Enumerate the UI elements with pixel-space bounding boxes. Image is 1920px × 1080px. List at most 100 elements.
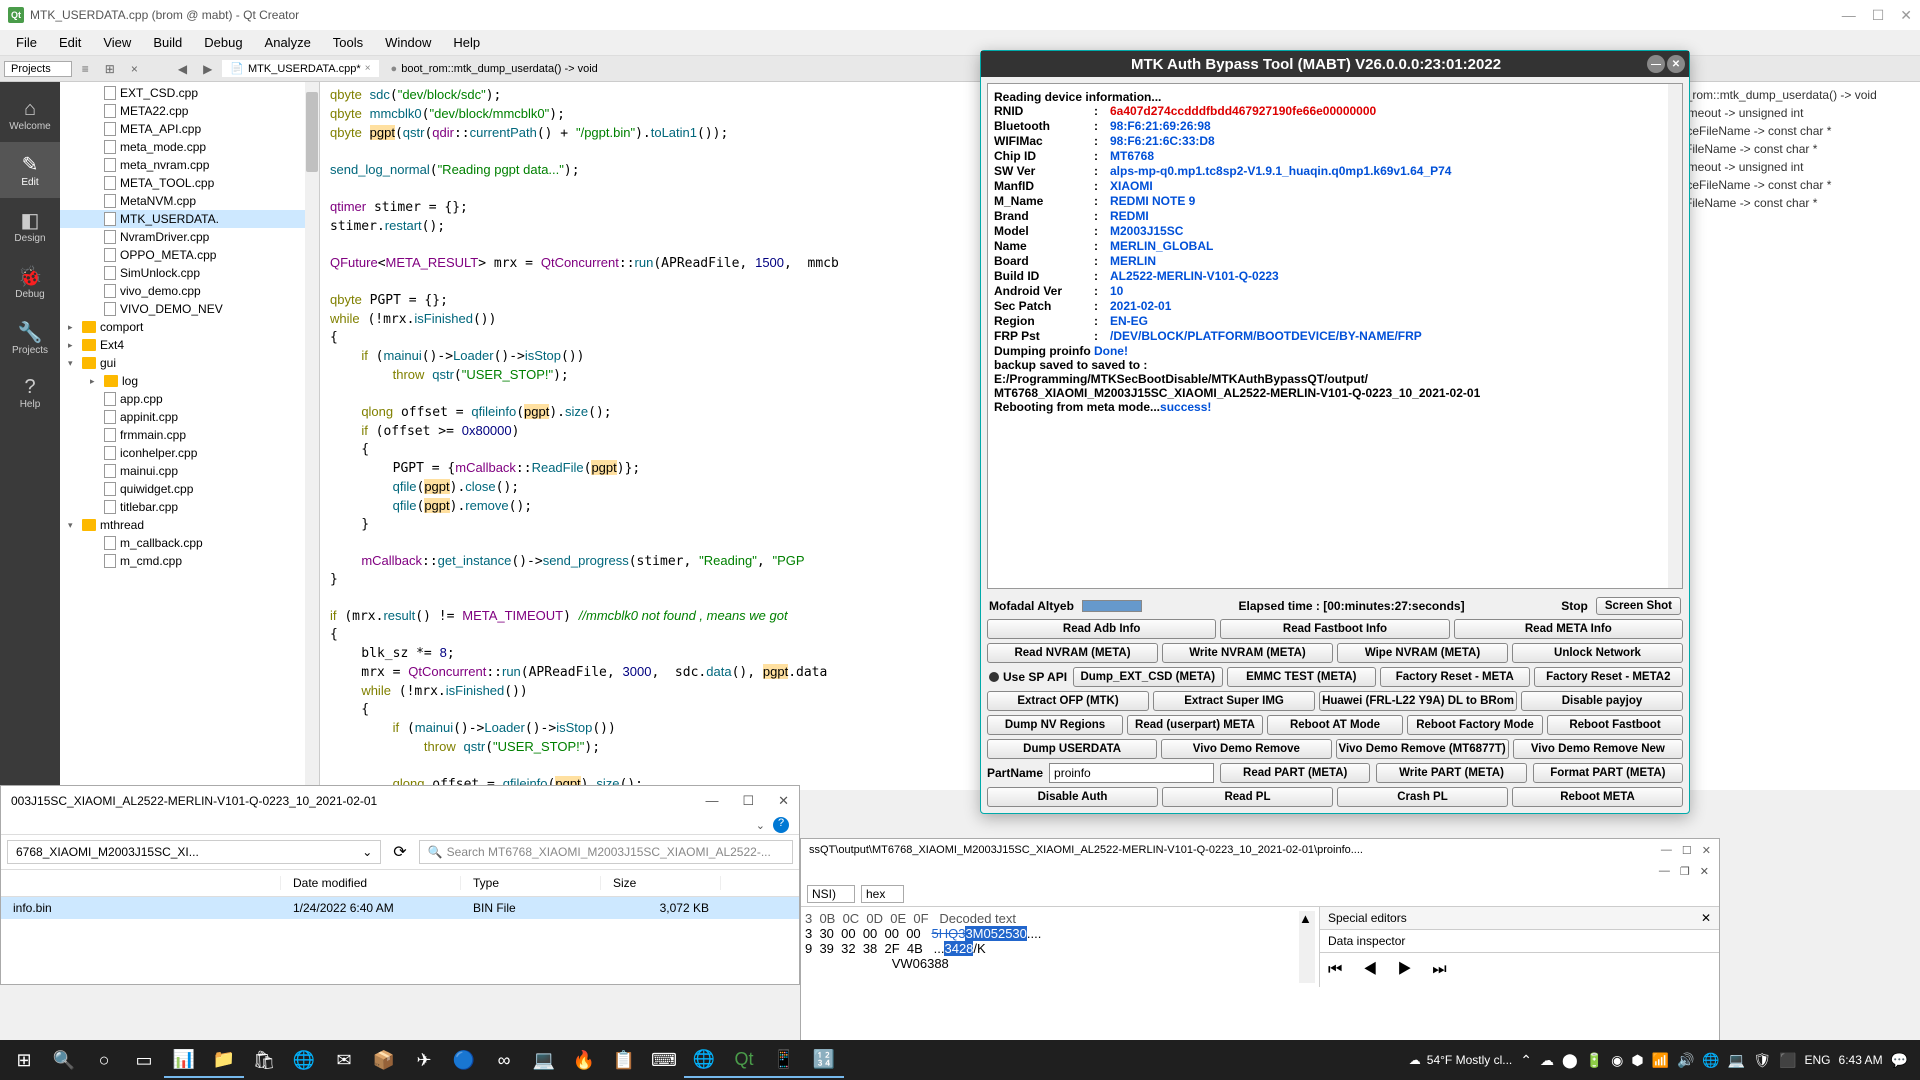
- mabt-minimize-icon[interactable]: —: [1647, 55, 1665, 73]
- tray-app4-icon[interactable]: 🌐: [1702, 1052, 1719, 1069]
- file-tree-item[interactable]: NvramDriver.cpp: [60, 228, 319, 246]
- refresh-icon[interactable]: ⟳: [387, 842, 412, 862]
- file-tree-item[interactable]: ▸comport: [60, 318, 319, 336]
- tray-app-icon[interactable]: ⬤: [1562, 1052, 1578, 1069]
- tb-app-4[interactable]: ∞: [484, 1042, 524, 1078]
- tb-app-7[interactable]: 📋: [604, 1042, 644, 1078]
- editor-tab-1[interactable]: 📄MTK_USERDATA.cpp*×: [222, 60, 378, 77]
- dump-userdata-button[interactable]: Dump USERDATA: [987, 739, 1157, 759]
- tray-onedrive-icon[interactable]: ☁: [1540, 1052, 1554, 1069]
- hex-close-icon[interactable]: ✕: [1702, 844, 1711, 857]
- tray-wifi-icon[interactable]: 📶: [1652, 1052, 1669, 1069]
- extract-ofp-button[interactable]: Extract OFP (MTK): [987, 691, 1149, 711]
- log-scrollbar[interactable]: [1668, 84, 1682, 588]
- dump-extcsd-button[interactable]: Dump_EXT_CSD (META): [1073, 667, 1223, 687]
- file-tree-item[interactable]: ▸log: [60, 372, 319, 390]
- mabt-log[interactable]: Reading device information... RNID:6a407…: [987, 83, 1683, 589]
- file-tree-item[interactable]: ▾gui: [60, 354, 319, 372]
- reboot-meta-button[interactable]: Reboot META: [1512, 787, 1683, 807]
- tb-app-8[interactable]: ⌨: [644, 1042, 684, 1078]
- file-tree-item[interactable]: EXT_CSD.cpp: [60, 84, 319, 102]
- tb-app-5[interactable]: 💻: [524, 1042, 564, 1078]
- tray-overflow-icon[interactable]: ⌃: [1520, 1052, 1532, 1069]
- factory-reset-button[interactable]: Factory Reset - META: [1380, 667, 1530, 687]
- qt-titlebar[interactable]: Qt MTK_USERDATA.cpp (brom @ mabt) - Qt C…: [0, 0, 1920, 30]
- close-panel-icon[interactable]: ×: [125, 62, 144, 76]
- filter-icon[interactable]: ≡: [76, 62, 95, 76]
- write-part-button[interactable]: Write PART (META): [1376, 763, 1526, 783]
- file-tree-item[interactable]: m_cmd.cpp: [60, 552, 319, 570]
- start-button[interactable]: ⊞: [4, 1042, 44, 1078]
- tray-app2-icon[interactable]: ◉: [1611, 1052, 1623, 1069]
- file-tree-item[interactable]: VIVO_DEMO_NEV: [60, 300, 319, 318]
- file-tree-item[interactable]: vivo_demo.cpp: [60, 282, 319, 300]
- tree-scrollbar[interactable]: [305, 82, 319, 790]
- format-select[interactable]: hex: [861, 885, 904, 903]
- file-tree-item[interactable]: META_API.cpp: [60, 120, 319, 138]
- tb-hex[interactable]: 🔢: [804, 1042, 844, 1078]
- symbol-item[interactable]: bot_rom::mtk_dump_userdata() -> void: [1665, 86, 1916, 104]
- encoding-select[interactable]: NSI): [807, 885, 855, 903]
- file-tree-item[interactable]: SimUnlock.cpp: [60, 264, 319, 282]
- help-icon[interactable]: ?: [773, 817, 789, 833]
- exp-close-icon[interactable]: ✕: [778, 793, 789, 809]
- tb-qtcreator[interactable]: Qt: [724, 1042, 764, 1078]
- mode-design[interactable]: ◧Design: [0, 198, 60, 254]
- vivo-demo-button[interactable]: Vivo Demo Remove: [1161, 739, 1331, 759]
- file-tree-item[interactable]: meta_mode.cpp: [60, 138, 319, 156]
- symbol-item[interactable]: estFileName -> const char *: [1665, 194, 1916, 212]
- file-tree-item[interactable]: app.cpp: [60, 390, 319, 408]
- mode-welcome[interactable]: ⌂Welcome: [0, 88, 60, 142]
- cortana-icon[interactable]: ○: [84, 1042, 124, 1078]
- split-icon[interactable]: ⊞: [99, 62, 121, 76]
- tray-language[interactable]: ENG: [1805, 1053, 1831, 1067]
- file-tree-item[interactable]: appinit.cpp: [60, 408, 319, 426]
- address-bar[interactable]: 6768_XIAOMI_M2003J15SC_XI...⌄: [7, 840, 381, 864]
- menu-view[interactable]: View: [93, 32, 141, 53]
- reboot-at-button[interactable]: Reboot AT Mode: [1267, 715, 1403, 735]
- maximize-icon[interactable]: ☐: [1872, 7, 1885, 24]
- read-meta-button[interactable]: Read META Info: [1454, 619, 1683, 639]
- tb-telegram[interactable]: ✈: [404, 1042, 444, 1078]
- read-userpart-button[interactable]: Read (userpart) META: [1127, 715, 1263, 735]
- dump-nv-button[interactable]: Dump NV Regions: [987, 715, 1123, 735]
- minimize-icon[interactable]: —: [1842, 7, 1856, 24]
- taskview-icon[interactable]: ▭: [124, 1042, 164, 1078]
- close-panel-icon[interactable]: ✕: [1701, 911, 1711, 925]
- sp-api-radio[interactable]: Use SP API: [987, 667, 1069, 687]
- tray-app7-icon[interactable]: ⬛: [1779, 1052, 1796, 1069]
- menu-debug[interactable]: Debug: [194, 32, 252, 53]
- search-input[interactable]: 🔍Search MT6768_XIAOMI_M2003J15SC_XIAOMI_…: [419, 840, 793, 864]
- exp-minimize-icon[interactable]: —: [705, 793, 718, 809]
- symbol-item[interactable]: ourceFileName -> const char *: [1665, 176, 1916, 194]
- file-tree-item[interactable]: OPPO_META.cpp: [60, 246, 319, 264]
- projects-dropdown[interactable]: Projects: [4, 61, 72, 77]
- hex-close2-icon[interactable]: ✕: [1700, 865, 1709, 878]
- file-tree-item[interactable]: m_callback.cpp: [60, 534, 319, 552]
- partname-input[interactable]: [1049, 763, 1214, 783]
- mode-debug[interactable]: 🐞Debug: [0, 254, 60, 310]
- unlock-network-button[interactable]: Unlock Network: [1512, 643, 1683, 663]
- menu-analyze[interactable]: Analyze: [255, 32, 321, 53]
- playback-controls[interactable]: ⏮ ◀ ▶ ⏭: [1320, 953, 1719, 987]
- hex-min-icon[interactable]: —: [1661, 844, 1672, 857]
- notifications-icon[interactable]: 💬: [1891, 1052, 1908, 1069]
- hex-view[interactable]: 3 0B 0C 0D 0E 0F Decoded text 3 30 00 00…: [801, 907, 1319, 987]
- file-tree-item[interactable]: quiwidget.cpp: [60, 480, 319, 498]
- tray-app3-icon[interactable]: ⬢: [1631, 1052, 1643, 1069]
- menu-window[interactable]: Window: [375, 32, 441, 53]
- reboot-fastboot-button[interactable]: Reboot Fastboot: [1547, 715, 1683, 735]
- special-editors-header[interactable]: Special editors✕: [1320, 907, 1719, 930]
- huawei-brom-button[interactable]: Huawei (FRL-L22 Y9A) DL to BRom: [1319, 691, 1517, 711]
- tray-app5-icon[interactable]: 💻: [1728, 1052, 1745, 1069]
- extract-super-button[interactable]: Extract Super IMG: [1153, 691, 1315, 711]
- data-inspector-tab[interactable]: Data inspector: [1320, 930, 1719, 953]
- screenshot-button[interactable]: Screen Shot: [1596, 597, 1681, 615]
- file-tree-item[interactable]: ▾mthread: [60, 516, 319, 534]
- file-tree-item[interactable]: iconhelper.cpp: [60, 444, 319, 462]
- stop-button[interactable]: Stop: [1561, 599, 1588, 613]
- file-tree-item[interactable]: frmmain.cpp: [60, 426, 319, 444]
- read-adb-button[interactable]: Read Adb Info: [987, 619, 1216, 639]
- disable-auth-button[interactable]: Disable Auth: [987, 787, 1158, 807]
- file-tree-item[interactable]: ▸Ext4: [60, 336, 319, 354]
